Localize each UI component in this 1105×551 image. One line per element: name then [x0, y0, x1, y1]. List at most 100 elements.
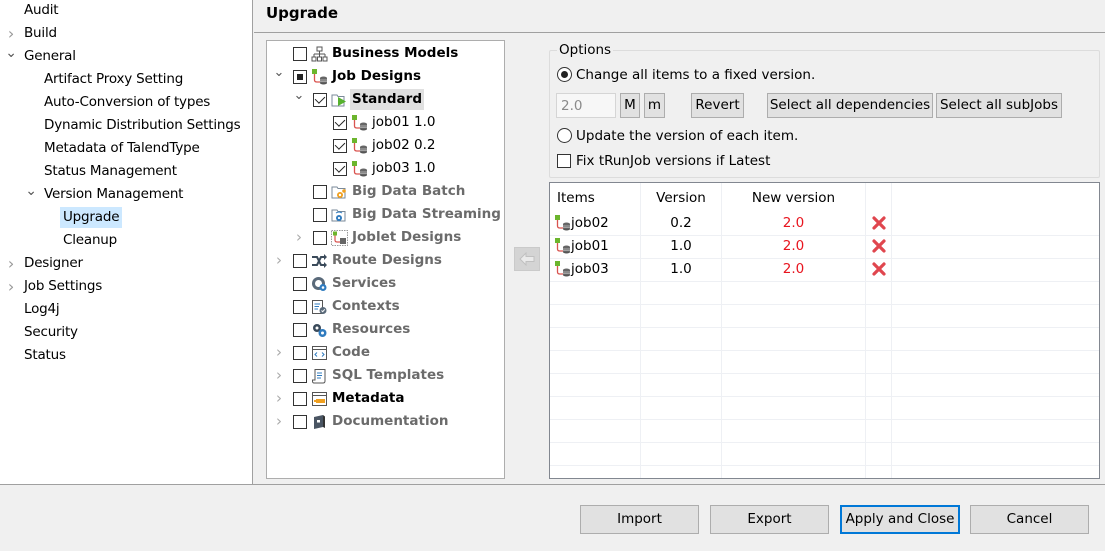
checkbox[interactable] [293, 346, 307, 360]
repo-item-services[interactable]: Services [293, 273, 398, 294]
delete-icon[interactable] [872, 262, 886, 276]
checkbox[interactable] [313, 208, 327, 222]
nav-item-metadata-of-talendtype[interactable]: Metadata of TalendType [41, 138, 203, 159]
checkbox[interactable] [293, 323, 307, 337]
checkbox[interactable] [293, 415, 307, 429]
repo-item-job02-0-2[interactable]: job02 0.2 [333, 135, 438, 156]
repo-item-code[interactable]: › Code [276, 342, 372, 363]
repo-item-sql-templates[interactable]: › SQL Templates [276, 365, 446, 386]
chevron-right-icon[interactable]: › [273, 388, 285, 409]
nav-item-log4j[interactable]: Log4j [21, 299, 62, 320]
fixed-version-radio[interactable]: Change all items to a fixed version. [557, 65, 815, 85]
checkbox[interactable] [293, 47, 307, 61]
radio-button[interactable] [557, 67, 572, 82]
nav-item-general[interactable]: ⌄ General [5, 46, 79, 67]
checkbox[interactable] [293, 70, 307, 84]
chevron-right-icon[interactable]: › [273, 365, 285, 386]
repo-item-job03-1-0[interactable]: job03 1.0 [333, 158, 438, 179]
checkbox[interactable] [313, 185, 327, 199]
repo-item-resources[interactable]: Resources [293, 319, 412, 340]
checkbox[interactable] [293, 254, 307, 268]
nav-item-version-management[interactable]: ⌄ Version Management [25, 184, 186, 205]
checkbox[interactable] [293, 300, 307, 314]
repo-item-metadata[interactable]: › Metadata [276, 388, 407, 409]
table-row[interactable]: job01 1.0 2.0 [550, 235, 1099, 258]
checkbox[interactable] [293, 369, 307, 383]
nav-item-label: Dynamic Distribution Settings [44, 117, 241, 133]
move-left-button[interactable] [514, 247, 540, 271]
nav-item-job-settings[interactable]: › Job Settings [8, 276, 105, 297]
cell-new-version[interactable]: 2.0 [722, 258, 865, 281]
table-row[interactable]: job03 1.0 2.0 [550, 258, 1099, 281]
nav-item-cleanup[interactable]: Cleanup [60, 230, 120, 251]
checkbox[interactable] [333, 116, 347, 130]
cell-new-version[interactable]: 2.0 [722, 235, 865, 258]
cell-new-version[interactable]: 2.0 [722, 212, 865, 235]
checkbox[interactable] [293, 392, 307, 406]
column-header-items[interactable]: Items [557, 183, 595, 211]
repo-item-big-data-batch[interactable]: Big Data Batch [313, 181, 467, 202]
select-all-subjobs-button[interactable]: Select all subJobs [936, 93, 1062, 118]
checkbox[interactable] [333, 139, 347, 153]
major-version-button[interactable]: M [620, 93, 640, 118]
job-icon [351, 138, 368, 154]
minor-version-button[interactable]: m [644, 93, 665, 118]
repo-item-joblet-designs[interactable]: › Joblet Designs [296, 227, 463, 248]
nav-item-security[interactable]: Security [21, 322, 81, 343]
checkbox[interactable] [557, 154, 571, 168]
delete-icon[interactable] [872, 216, 886, 230]
chevron-down-icon[interactable]: ⌄ [25, 184, 37, 205]
cancel-button[interactable]: Cancel [970, 505, 1089, 534]
checkbox[interactable] [313, 231, 327, 245]
checkbox[interactable] [293, 277, 307, 291]
table-row[interactable]: job02 0.2 2.0 [550, 212, 1099, 235]
repo-item-business-models[interactable]: Business Models [293, 43, 460, 64]
repo-item-label: Big Data Batch [352, 183, 466, 199]
checkbox[interactable] [313, 93, 327, 107]
nav-item-artifact-proxy-setting[interactable]: Artifact Proxy Setting [41, 69, 186, 90]
column-header-new-version[interactable]: New version [722, 183, 865, 211]
nav-item-audit[interactable]: Audit [21, 0, 61, 21]
version-input[interactable] [556, 93, 616, 118]
nav-item-build[interactable]: › Build [8, 23, 60, 44]
fix-trunjob-checkbox[interactable]: Fix tRunJob versions if Latest [557, 151, 770, 171]
revert-button[interactable]: Revert [691, 93, 744, 118]
update-each-radio[interactable]: Update the version of each item. [557, 126, 798, 146]
import-button[interactable]: Import [580, 505, 699, 534]
select-all-dependencies-button[interactable]: Select all dependencies [767, 93, 933, 118]
repo-item-big-data-streaming[interactable]: Big Data Streaming [313, 204, 503, 225]
repo-item-job01-1-0[interactable]: job01 1.0 [333, 112, 438, 133]
nav-item-status[interactable]: Status [21, 345, 69, 366]
nav-item-upgrade[interactable]: Upgrade [60, 207, 123, 228]
delete-icon[interactable] [872, 239, 886, 253]
nav-item-designer[interactable]: › Designer [8, 253, 86, 274]
chevron-down-icon[interactable]: ⌄ [5, 46, 17, 67]
column-header-version[interactable]: Version [641, 183, 721, 211]
chevron-right-icon[interactable]: › [273, 342, 285, 363]
chevron-down-icon[interactable]: ⌄ [293, 89, 305, 110]
title-divider [254, 32, 1105, 33]
nav-item-dynamic-distribution-settings[interactable]: Dynamic Distribution Settings [41, 115, 243, 136]
chevron-right-icon[interactable]: › [5, 23, 17, 44]
repo-item-label: Contexts [332, 298, 400, 314]
repo-item-contexts[interactable]: Contexts [293, 296, 402, 317]
chevron-right-icon[interactable]: › [273, 411, 285, 432]
nav-item-auto-conversion-of-types[interactable]: Auto-Conversion of types [41, 92, 213, 113]
repo-item-label: Route Designs [332, 252, 442, 268]
repo-item-job-designs[interactable]: ⌄ Job Designs [274, 66, 423, 87]
column-header-delete[interactable] [866, 183, 891, 211]
nav-item-status-management[interactable]: Status Management [41, 161, 180, 182]
apply-and-close-button[interactable]: Apply and Close [840, 505, 960, 534]
repo-item-label: job03 1.0 [372, 160, 436, 176]
chevron-right-icon[interactable]: › [5, 276, 17, 297]
repo-item-route-designs[interactable]: › Route Designs [276, 250, 444, 271]
checkbox[interactable] [333, 162, 347, 176]
chevron-down-icon[interactable]: ⌄ [273, 66, 285, 87]
repo-item-documentation[interactable]: › Documentation [276, 411, 450, 432]
repo-item-standard[interactable]: ⌄ Standard [294, 89, 424, 110]
chevron-right-icon[interactable]: › [5, 253, 17, 274]
chevron-right-icon[interactable]: › [273, 250, 285, 271]
export-button[interactable]: Export [710, 505, 829, 534]
radio-button[interactable] [557, 128, 572, 143]
chevron-right-icon[interactable]: › [293, 227, 305, 248]
